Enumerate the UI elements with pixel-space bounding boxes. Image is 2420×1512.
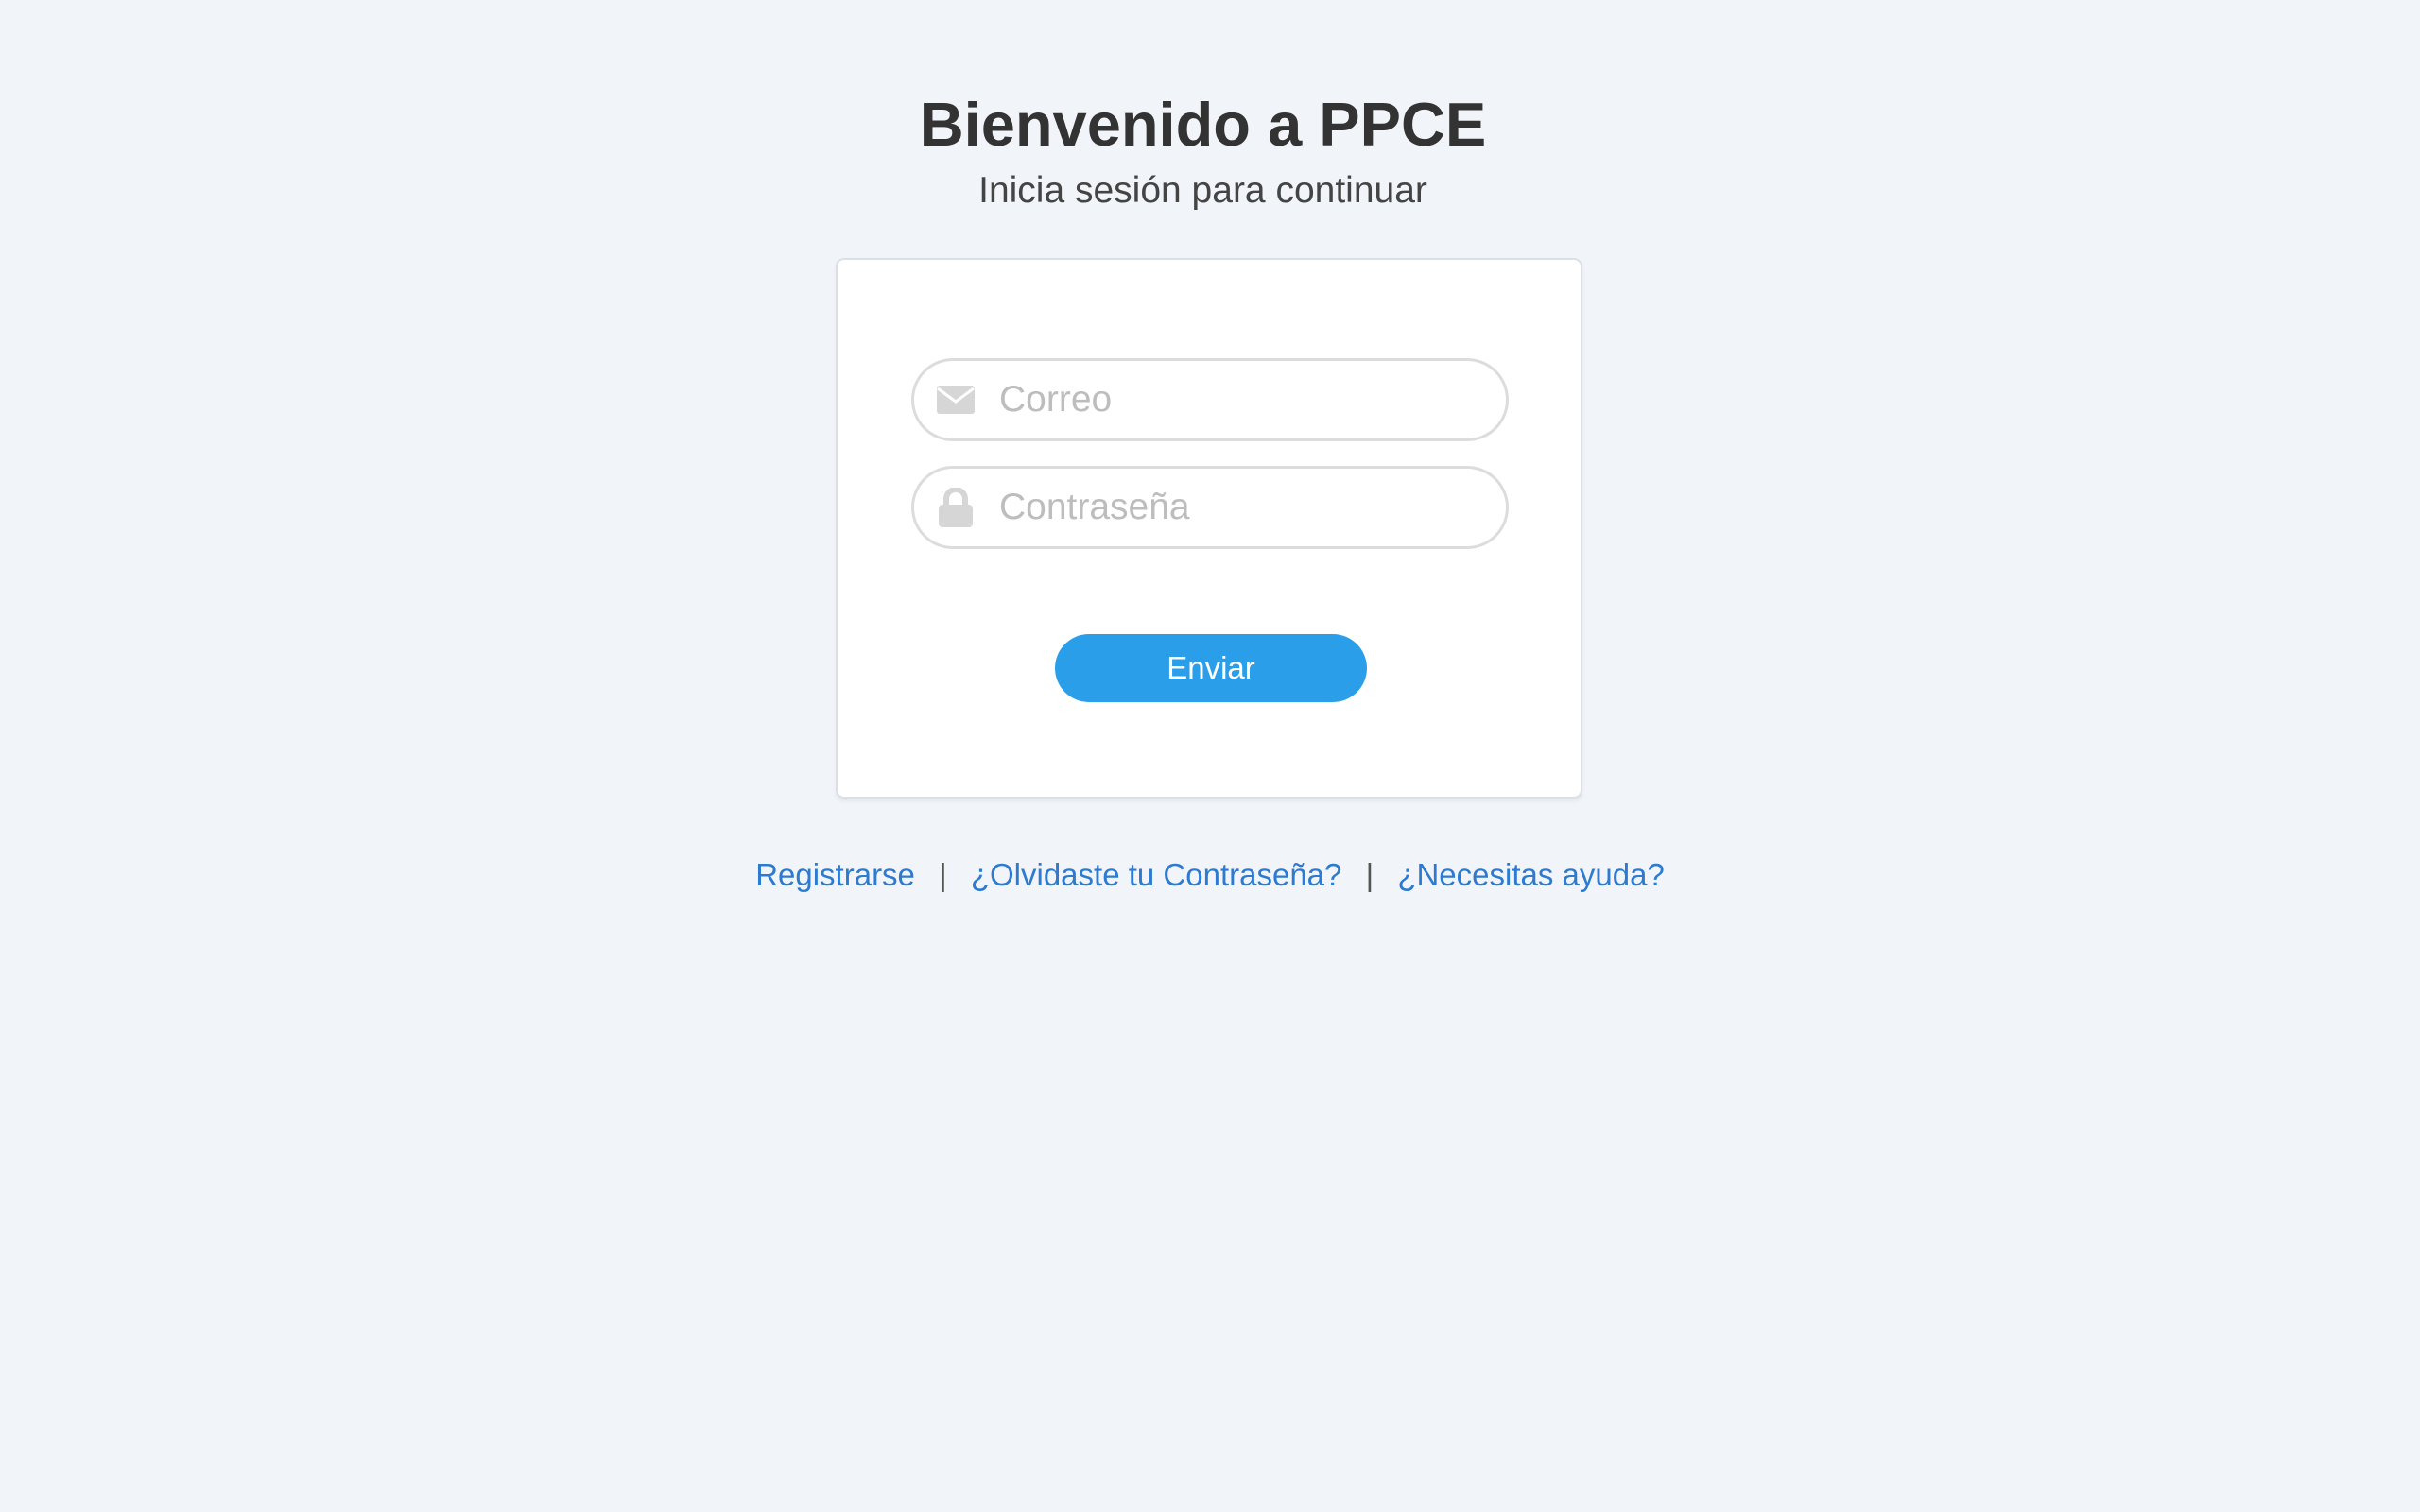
register-link[interactable]: Registrarse [755,857,915,892]
envelope-icon [935,379,977,421]
lock-icon [935,487,977,528]
login-card: Enviar [836,258,1582,799]
email-field[interactable] [911,358,1509,441]
password-field[interactable] [911,466,1509,549]
forgot-password-link[interactable]: ¿Olvidaste tu Contraseña? [971,857,1342,892]
help-link[interactable]: ¿Necesitas ayuda? [1397,857,1664,892]
link-separator: | [939,857,947,892]
page-title: Bienvenido a PPCE [919,90,1487,159]
password-input[interactable] [999,487,1491,528]
footer-links: Registrarse | ¿Olvidaste tu Contraseña? … [0,852,2420,898]
submit-button[interactable]: Enviar [1055,634,1367,702]
link-separator: | [1365,857,1374,892]
email-input[interactable] [999,379,1491,421]
page-header: Bienvenido a PPCE Inicia sesión para con… [0,87,2406,219]
page-subtitle: Inicia sesión para continuar [978,170,1427,211]
